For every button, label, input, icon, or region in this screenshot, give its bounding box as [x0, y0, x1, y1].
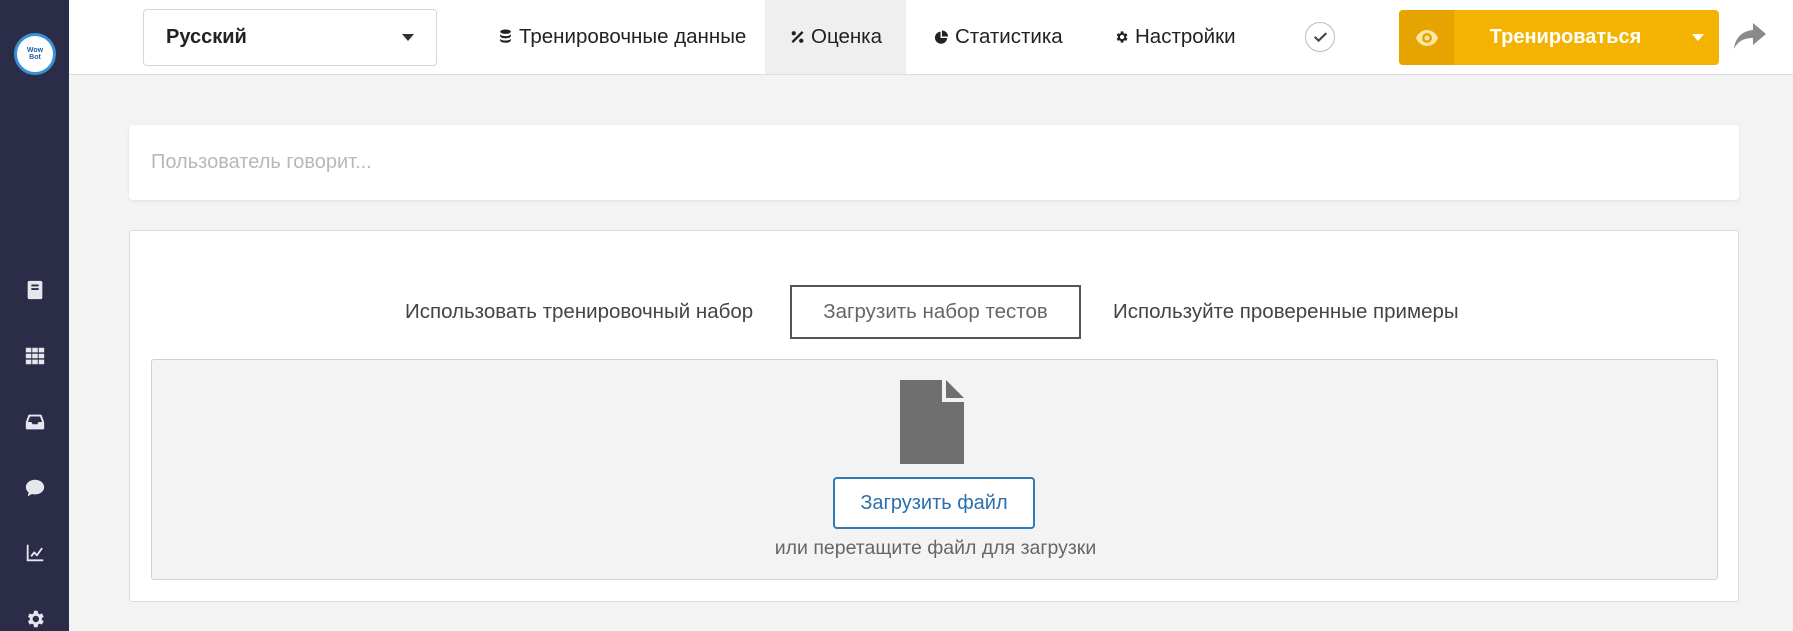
sidebar: Wow Bot [0, 0, 69, 631]
eye-icon[interactable] [1399, 10, 1454, 65]
pie-chart-icon [933, 28, 949, 46]
train-button-label: Тренироваться [1489, 26, 1642, 48]
top-bar: Русский Тренировочные данные Оценка Стат… [69, 0, 1793, 75]
tab-label: Оценка [811, 25, 882, 48]
train-button[interactable]: Тренироваться [1399, 10, 1719, 65]
app-logo[interactable]: Wow Bot [14, 33, 56, 75]
upload-test-set-option[interactable]: Загрузить набор тестов [790, 285, 1081, 339]
use-training-set-option[interactable]: Использовать тренировочный набор [405, 285, 753, 339]
language-select[interactable]: Русский [143, 9, 437, 66]
upload-file-button[interactable]: Загрузить файл [833, 477, 1035, 529]
logo-text: Wow Bot [26, 47, 44, 61]
train-dropdown-toggle[interactable] [1677, 10, 1719, 65]
file-icon [900, 380, 964, 464]
chat-icon[interactable] [22, 475, 48, 501]
tab-training-data[interactable]: Тренировочные данные [485, 0, 758, 74]
file-dropzone[interactable]: Загрузить файл или перетащите файл для з… [151, 359, 1718, 580]
chevron-down-icon [402, 34, 414, 41]
percent-icon [789, 28, 805, 46]
book-icon[interactable] [22, 277, 48, 303]
tab-label: Тренировочные данные [519, 25, 747, 48]
inbox-icon[interactable] [22, 409, 48, 435]
drop-hint: или перетащите файл для загрузки [774, 537, 1097, 559]
utterance-input[interactable] [151, 151, 1739, 174]
tab-statistics[interactable]: Статистика [921, 0, 1075, 74]
tab-evaluation[interactable]: Оценка [765, 0, 906, 74]
grid-icon[interactable] [22, 343, 48, 369]
check-icon[interactable] [1305, 22, 1335, 52]
tab-label: Настройки [1135, 25, 1236, 48]
use-verified-examples-option[interactable]: Используйте проверенные примеры [1113, 285, 1459, 339]
utterance-box [129, 125, 1739, 200]
tab-label: Статистика [955, 25, 1063, 48]
database-icon [497, 28, 513, 46]
language-value: Русский [166, 26, 247, 48]
chart-icon[interactable] [22, 540, 48, 566]
gear-icon[interactable] [22, 606, 48, 631]
tab-settings[interactable]: Настройки [1101, 0, 1248, 74]
gear-icon [1113, 28, 1129, 46]
chevron-down-icon [1692, 34, 1704, 41]
evaluation-panel: Использовать тренировочный набор Загрузи… [129, 230, 1739, 602]
share-icon[interactable] [1732, 20, 1768, 54]
